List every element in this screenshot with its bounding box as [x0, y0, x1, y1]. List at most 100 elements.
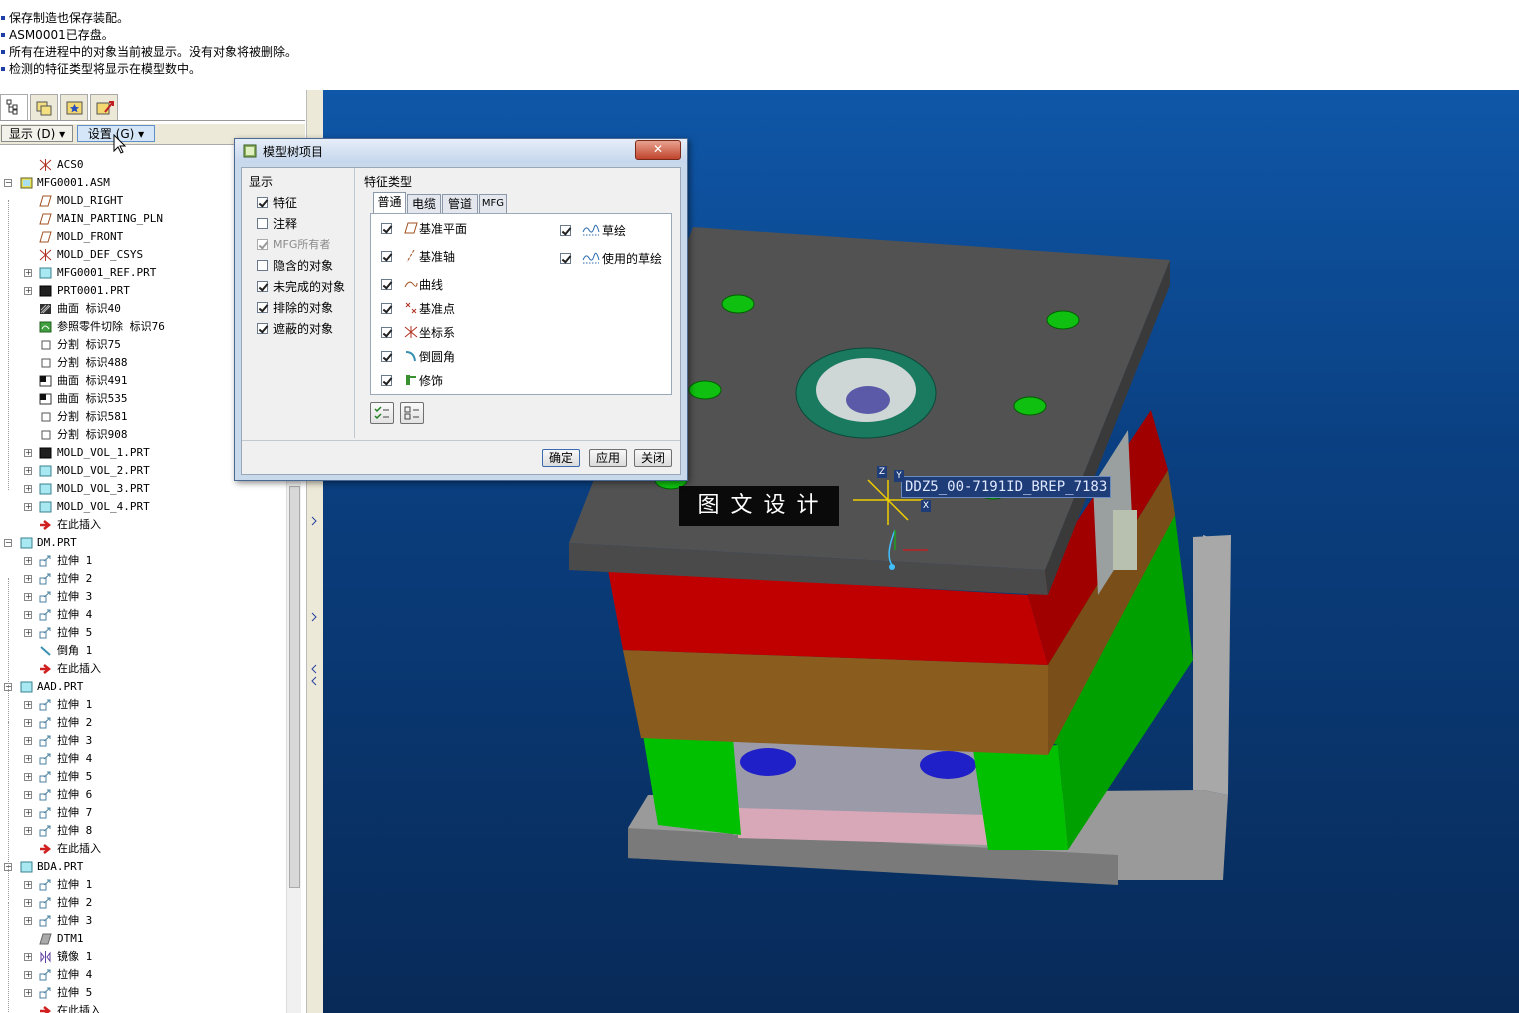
tree-expand-toggle[interactable]: + — [24, 881, 32, 889]
extrude-icon — [39, 609, 51, 621]
feature-type-label: 基准轴 — [419, 250, 456, 264]
display-checkbox[interactable] — [257, 218, 268, 229]
tree-expand-toggle[interactable]: + — [24, 953, 32, 961]
feature-type-checkbox[interactable] — [381, 251, 392, 262]
tree-expand-toggle[interactable]: + — [24, 809, 32, 817]
part-icon — [20, 537, 33, 549]
tree-expand-toggle[interactable]: + — [24, 503, 32, 511]
tree-expand-toggle[interactable]: + — [24, 827, 32, 835]
tree-item-label: 在此插入 — [57, 842, 101, 855]
tab-general[interactable]: 普通 — [373, 192, 406, 213]
tree-expand-toggle[interactable]: + — [24, 485, 32, 493]
insert-here-arrow-icon — [40, 1006, 52, 1013]
display-checkbox[interactable] — [257, 197, 268, 208]
display-checkbox — [257, 239, 268, 250]
feature-axis-icon — [404, 249, 418, 265]
feature-type-label: 坐标系 — [419, 326, 456, 340]
tree-expand-toggle[interactable]: + — [24, 971, 32, 979]
feature-type-label: 倒圆角 — [419, 350, 456, 364]
favorites-tab[interactable] — [60, 94, 88, 120]
tree-expand-toggle[interactable]: + — [24, 737, 32, 745]
tree-item-label: 拉伸 5 — [57, 770, 93, 783]
footer-divider — [242, 440, 680, 441]
feature-type-checkbox[interactable] — [381, 375, 392, 386]
tree-item-label: MOLD_DEF_CSYS — [57, 248, 144, 261]
dialog-titlebar[interactable]: 模型树项目 ✕ — [235, 139, 687, 163]
extrude-icon — [39, 897, 51, 909]
feature-type-checkbox[interactable] — [381, 327, 392, 338]
display-checkbox[interactable] — [257, 323, 268, 334]
extrude-icon — [39, 789, 51, 801]
tree-expand-toggle[interactable]: + — [24, 575, 32, 583]
apply-button[interactable]: 应用 — [589, 449, 627, 467]
select-all-button[interactable] — [370, 402, 394, 424]
extrude-icon — [39, 879, 51, 891]
model-tree-tab[interactable] — [0, 94, 28, 120]
part-icon — [20, 681, 33, 693]
display-checkbox[interactable] — [257, 281, 268, 292]
insert-here-arrow-icon — [40, 844, 52, 854]
tree-expand-toggle[interactable]: + — [24, 989, 32, 997]
display-checkbox[interactable] — [257, 302, 268, 313]
display-checkbox-label: 注释 — [273, 217, 298, 231]
tree-expand-toggle[interactable]: − — [4, 539, 12, 547]
dialog-close-button[interactable]: ✕ — [635, 140, 681, 160]
tree-expand-toggle[interactable]: + — [24, 611, 32, 619]
feature-type-checkbox[interactable] — [381, 351, 392, 362]
model-tree-icon — [6, 99, 18, 115]
part-icon — [20, 861, 33, 873]
tree-expand-toggle[interactable]: + — [24, 287, 32, 295]
scroll-thumb[interactable] — [289, 486, 300, 888]
show-menu-button[interactable]: 显示 (D) ▾ — [1, 125, 73, 142]
display-checkbox[interactable] — [257, 260, 268, 271]
tree-expand-toggle[interactable]: + — [24, 467, 32, 475]
part-icon — [39, 267, 52, 279]
connections-tab[interactable] — [90, 94, 118, 120]
message-line: ASM0001已存盘。 — [0, 27, 114, 44]
display-checkbox-label: 特征 — [273, 196, 298, 210]
feature-type-checkbox[interactable] — [381, 303, 392, 314]
csys-label: DDZ5_00-7191ID_BREP_7183 — [901, 476, 1112, 498]
tree-expand-toggle[interactable]: + — [24, 755, 32, 763]
feature-type-checkbox[interactable] — [560, 225, 571, 236]
tab-cable[interactable]: 电缆 — [407, 194, 441, 213]
feature-type-checkbox[interactable] — [381, 223, 392, 234]
mouse-cursor-icon — [113, 134, 127, 154]
extrude-icon — [39, 573, 51, 585]
layers-tab[interactable] — [30, 94, 58, 120]
tree-item-label: MOLD_VOL_2.PRT — [57, 464, 150, 477]
tree-expand-toggle[interactable]: + — [24, 773, 32, 781]
tree-item-label: BDA.PRT — [37, 860, 84, 873]
tree-expand-toggle[interactable]: + — [24, 593, 32, 601]
tree-item-label: MFG0001_REF.PRT — [57, 266, 157, 279]
part-icon — [39, 483, 52, 495]
dialog-body: 显示 特征 注释 MFG所有者 隐含的对象 未完成的对象 排除的对象 遮蔽的对象 特征类型 … — [241, 167, 681, 475]
part-icon — [39, 285, 52, 297]
tree-expand-toggle[interactable]: + — [24, 449, 32, 457]
cancel-button[interactable]: 关闭 — [634, 449, 672, 467]
ok-button[interactable]: 确定 — [542, 449, 580, 467]
tree-expand-toggle[interactable]: + — [24, 917, 32, 925]
navigator-tabs — [0, 92, 305, 121]
tree-expand-toggle[interactable]: + — [24, 719, 32, 727]
deselect-all-button[interactable] — [400, 402, 424, 424]
tree-item-label: MOLD_VOL_1.PRT — [57, 446, 150, 459]
tree-expand-toggle[interactable]: + — [24, 557, 32, 565]
feature-type-checkbox[interactable] — [381, 279, 392, 290]
tab-piping[interactable]: 管道 — [442, 194, 478, 213]
feature-type-checkbox[interactable] — [560, 253, 571, 264]
tree-expand-toggle[interactable]: + — [24, 791, 32, 799]
part-icon — [39, 501, 52, 513]
tree-expand-toggle[interactable]: − — [4, 179, 12, 187]
tree-expand-toggle[interactable]: + — [24, 629, 32, 637]
display-group-label: 显示 — [249, 175, 274, 189]
tree-item-label: MOLD_VOL_4.PRT — [57, 500, 150, 513]
tab-mfg[interactable]: MFG — [479, 194, 507, 213]
part-icon — [39, 465, 52, 477]
tree-guide-line — [8, 722, 9, 900]
message-area: 保存制造也保存装配。 ASM0001已存盘。 所有在进程中的对象当前被显示。没有… — [0, 0, 1519, 90]
tree-expand-toggle[interactable]: + — [24, 899, 32, 907]
tree-expand-toggle[interactable]: + — [24, 701, 32, 709]
tree-expand-toggle[interactable]: + — [24, 269, 32, 277]
split-icon — [41, 430, 51, 440]
